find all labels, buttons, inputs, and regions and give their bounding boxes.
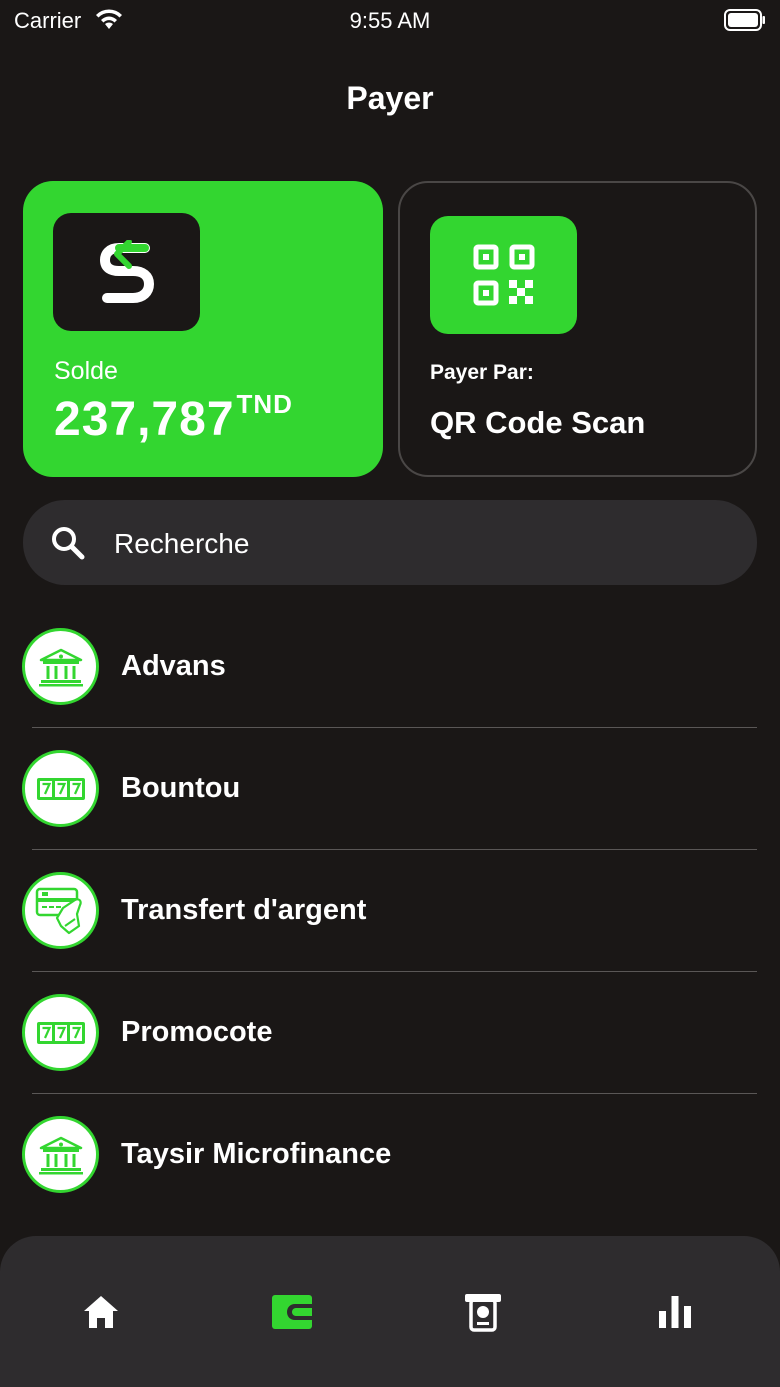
qr-code-icon bbox=[430, 216, 577, 334]
payee-list: Advans Bountou Transfert d'argent Promoc… bbox=[0, 606, 780, 1216]
tab-stats[interactable] bbox=[653, 1292, 697, 1336]
clock: 9:55 AM bbox=[349, 8, 431, 33]
tab-wallet[interactable] bbox=[270, 1292, 314, 1336]
balance-card[interactable]: Solde 237,787TND bbox=[23, 181, 383, 477]
search-input[interactable]: Recherche bbox=[23, 500, 757, 585]
bank-icon bbox=[22, 628, 99, 705]
list-item[interactable]: Transfert d'argent bbox=[0, 850, 780, 972]
app-logo-icon bbox=[53, 213, 200, 331]
list-item[interactable]: Taysir Microfinance bbox=[0, 1094, 780, 1216]
balance-label: Solde bbox=[54, 357, 118, 385]
balance-amount: 237,787 bbox=[54, 393, 235, 446]
qr-card-label: Payer Par: bbox=[430, 361, 534, 384]
list-item-label: Taysir Microfinance bbox=[121, 1138, 392, 1170]
list-item[interactable]: Bountou bbox=[0, 728, 780, 850]
list-item-label: Transfert d'argent bbox=[121, 894, 367, 926]
bank-icon bbox=[22, 1116, 99, 1193]
search-placeholder: Recherche bbox=[114, 528, 250, 559]
balance-value: 237,787TND bbox=[54, 389, 293, 447]
slot-777-icon bbox=[22, 994, 99, 1071]
battery-icon bbox=[724, 9, 766, 36]
tab-bar bbox=[0, 1236, 780, 1387]
list-item-label: Bountou bbox=[121, 772, 241, 804]
balance-currency: TND bbox=[236, 389, 293, 419]
qr-scan-card[interactable]: Payer Par: QR Code Scan bbox=[398, 181, 757, 477]
pos-terminal-icon bbox=[463, 1292, 503, 1337]
qr-card-title: QR Code Scan bbox=[430, 405, 646, 440]
list-item[interactable]: Advans bbox=[0, 606, 780, 728]
slot-777-icon bbox=[22, 750, 99, 827]
page-title: Payer bbox=[346, 80, 434, 116]
list-item[interactable]: Promocote bbox=[0, 972, 780, 1094]
search-icon bbox=[51, 526, 85, 565]
status-bar: Carrier 9:55 AM bbox=[0, 0, 780, 40]
home-icon bbox=[82, 1294, 120, 1335]
bar-chart-icon bbox=[657, 1294, 693, 1335]
wallet-icon bbox=[271, 1294, 313, 1335]
tab-home[interactable] bbox=[79, 1292, 123, 1336]
tab-pos[interactable] bbox=[461, 1292, 505, 1336]
list-item-label: Advans bbox=[121, 650, 226, 682]
card-payment-icon bbox=[22, 872, 99, 949]
list-item-label: Promocote bbox=[121, 1016, 273, 1048]
